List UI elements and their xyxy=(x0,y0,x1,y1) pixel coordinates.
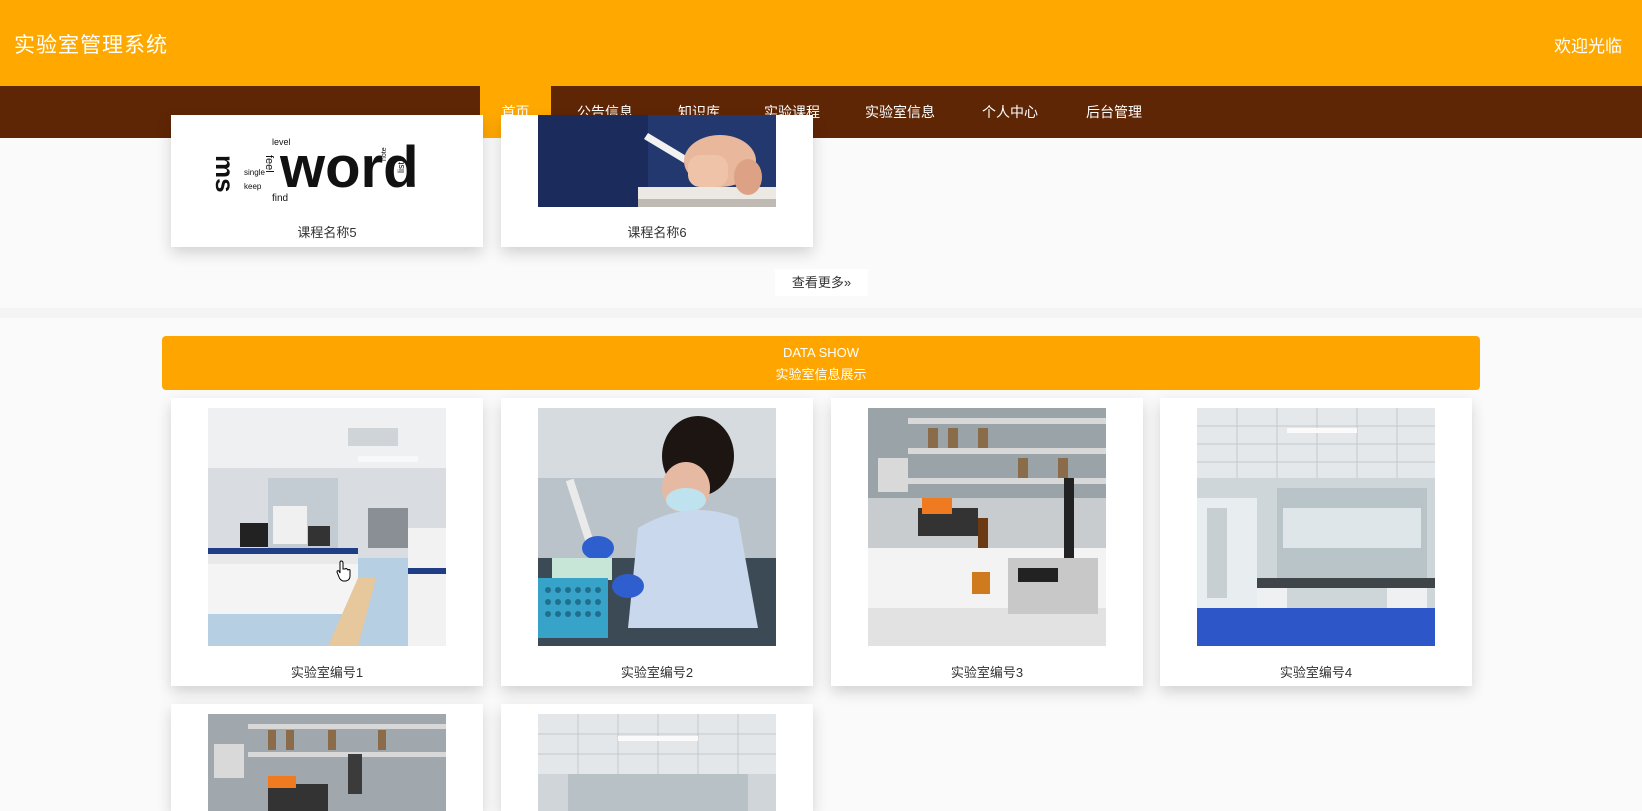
lab-name[interactable]: 实验室编号2 xyxy=(501,662,813,681)
course-name[interactable]: 课程名称5 xyxy=(171,222,483,241)
lab-name[interactable]: 实验室编号1 xyxy=(171,662,483,681)
svg-text:feel: feel xyxy=(263,155,275,173)
course-card[interactable]: word ms single keep find feel level list… xyxy=(171,115,483,247)
svg-text:ms: ms xyxy=(210,155,240,193)
lab-bench-instruments-image xyxy=(868,408,1106,646)
svg-text:list: list xyxy=(396,162,406,173)
lab-card[interactable]: 实验室编号2 xyxy=(501,398,813,686)
view-more-button[interactable]: 查看更多» xyxy=(775,269,868,296)
lab-ceiling-image xyxy=(538,714,776,811)
lab-room-image xyxy=(208,408,446,646)
nav-item-profile[interactable]: 个人中心 xyxy=(970,86,1050,138)
lab-name[interactable]: 实验室编号4 xyxy=(1160,662,1472,681)
word-cloud-image: word ms single keep find feel level list… xyxy=(208,115,446,207)
researcher-pipette-image xyxy=(538,408,776,646)
lab-card[interactable]: 实验室编号3 xyxy=(831,398,1143,686)
svg-text:note: note xyxy=(381,147,388,161)
lab-card[interactable]: 实验室编号1 xyxy=(171,398,483,686)
data-show-banner: DATA SHOW 实验室信息展示 xyxy=(162,336,1480,390)
course-name[interactable]: 课程名称6 xyxy=(501,222,813,241)
svg-text:single: single xyxy=(244,168,265,177)
welcome-text: 欢迎光临 xyxy=(1554,37,1622,56)
svg-text:find: find xyxy=(272,193,288,204)
empty-lab-image xyxy=(1197,408,1435,646)
lab-card[interactable] xyxy=(501,704,813,811)
nav-item-admin[interactable]: 后台管理 xyxy=(1074,86,1154,138)
hand-on-book-image xyxy=(538,115,776,207)
double-chevron-right-icon: » xyxy=(843,275,852,290)
lab-name[interactable]: 实验室编号3 xyxy=(831,662,1143,681)
site-header: 实验室管理系统 欢迎光临 xyxy=(0,0,1642,86)
view-more-label: 查看更多 xyxy=(791,275,844,290)
svg-text:keep: keep xyxy=(244,182,262,191)
site-title[interactable]: 实验室管理系统 xyxy=(14,29,168,59)
banner-title-en: DATA SHOW xyxy=(782,345,860,360)
lab-shelves-image xyxy=(208,714,446,811)
lab-card[interactable]: 实验室编号4 xyxy=(1160,398,1472,686)
course-card[interactable]: 课程名称6 xyxy=(501,115,813,247)
lab-card[interactable] xyxy=(171,704,483,811)
hand-pointer-cursor-icon xyxy=(336,560,351,582)
svg-text:level: level xyxy=(272,137,291,147)
banner-title-cn: 实验室信息展示 xyxy=(775,367,867,382)
nav-item-lab-info[interactable]: 实验室信息 xyxy=(854,86,946,138)
